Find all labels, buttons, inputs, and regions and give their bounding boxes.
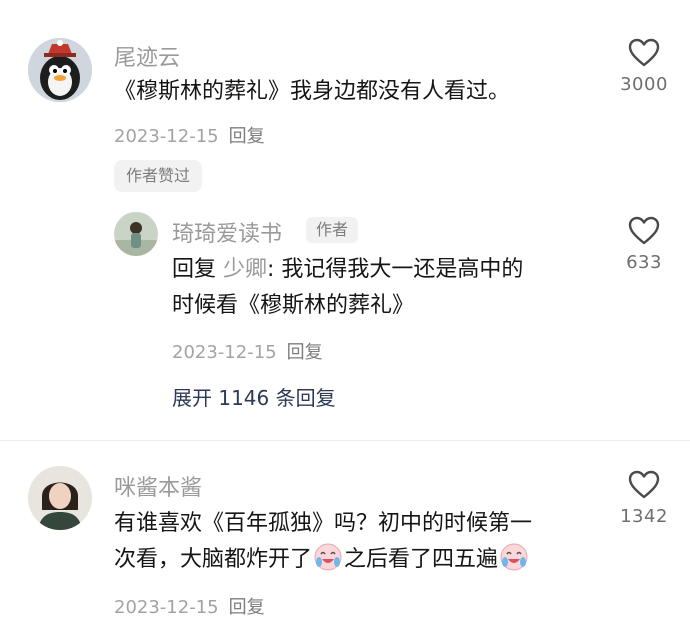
like-button[interactable]: 3000 [604, 38, 684, 95]
comment-text-line2b: 之后看了四五遍 [344, 547, 499, 572]
like-count: 633 [626, 252, 662, 273]
heart-outline-icon [628, 470, 660, 499]
comment-text-line1: 有谁喜欢《百年孤独》吗？初中的时候第一 [114, 511, 533, 536]
author-liked-badge: 作者赞过 [114, 160, 203, 192]
username[interactable]: 咪酱本酱 [114, 470, 202, 502]
comment-date: 2023-12-15 [172, 342, 277, 363]
reply-target-user[interactable]: 少卿 [223, 257, 267, 282]
reply-button[interactable]: 回复 [229, 126, 265, 147]
reply-prefix: 回复 [172, 257, 217, 282]
comment-text: 《穆斯林的葬礼》我身边都没有人看过。 [114, 79, 511, 104]
comment-meta: 2023-12-15 回复 [172, 338, 323, 364]
comment-text: 有谁喜欢《百年孤独》吗？初中的时候第一 次看，大脑都炸开了 之后看了四五遍 [114, 506, 532, 578]
username[interactable]: 琦琦爱读书 [172, 216, 282, 248]
expand-replies-button[interactable]: 展开 1146 条回复 [172, 382, 336, 411]
like-count: 3000 [620, 74, 668, 95]
divider [0, 440, 690, 441]
author-tag: 作者 [306, 217, 359, 243]
comment-meta: 2023-12-15 回复 [114, 122, 265, 148]
username[interactable]: 尾迹云 [114, 40, 180, 72]
heart-outline-icon [628, 38, 660, 67]
comment-date: 2023-12-15 [114, 597, 219, 618]
crying-laughing-emoji-icon [313, 542, 343, 572]
like-count: 1342 [620, 506, 668, 527]
reply-text: 回复 少卿: 我记得我大一还是高中的 时候看《穆斯林的葬礼》 [172, 252, 523, 324]
comment-date: 2023-12-15 [114, 126, 219, 147]
avatar[interactable] [28, 466, 92, 530]
heart-outline-icon [628, 216, 660, 245]
avatar[interactable] [28, 38, 92, 102]
comment-meta: 2023-12-15 回复 [114, 593, 265, 619]
reply-button[interactable]: 回复 [287, 342, 323, 363]
reply-text-line2: 时候看《穆斯林的葬礼》 [172, 293, 415, 318]
avatar[interactable] [114, 212, 158, 256]
reply-text-line1: : 我记得我大一还是高中的 [267, 257, 524, 282]
crying-laughing-emoji-icon [499, 542, 529, 572]
reply-button[interactable]: 回复 [229, 597, 265, 618]
comment-text-line2a: 次看，大脑都炸开了 [114, 547, 313, 572]
like-button[interactable]: 633 [604, 216, 684, 273]
like-button[interactable]: 1342 [604, 470, 684, 527]
